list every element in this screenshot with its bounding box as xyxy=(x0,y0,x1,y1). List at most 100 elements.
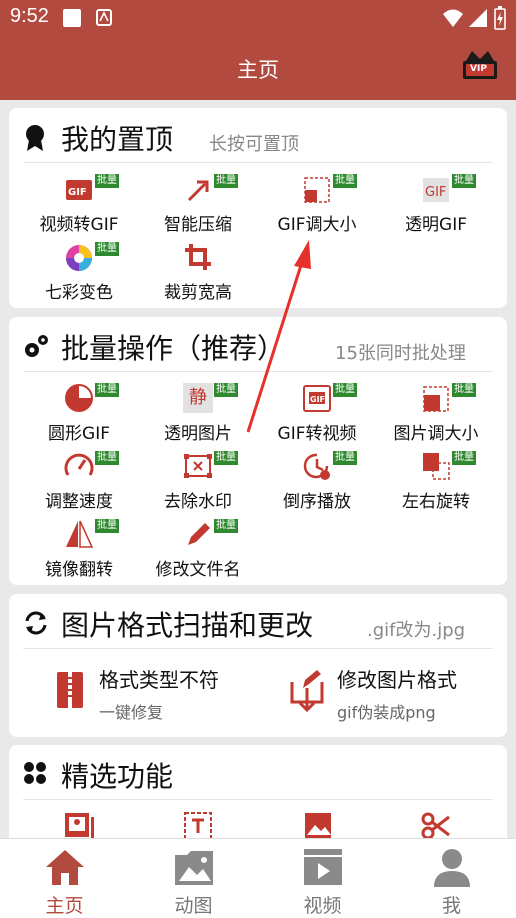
pinned-item-video-to-gif[interactable]: GIF 批量 视频转GIF xyxy=(20,173,138,238)
scissors-icon[interactable] xyxy=(421,811,451,841)
format-card: 图片格式扫描和更改 .gif改为.jpg 格式类型不符 一键修复 修改图片格式 … xyxy=(9,594,507,737)
video-to-gif-icon: GIF xyxy=(66,180,92,200)
batch-badge: 批量 xyxy=(213,382,239,398)
item-label: 修改文件名 xyxy=(155,560,241,580)
tab-profile[interactable]: 我 xyxy=(387,839,516,918)
batch-badge: 批量 xyxy=(451,450,477,466)
signal-icon xyxy=(469,9,487,27)
pinned-item-transparent-gif[interactable]: GIF 批量 透明GIF xyxy=(377,173,495,238)
batch-badge: 批量 xyxy=(94,241,120,257)
bottom-navigation: 主页 动图 视频 我 xyxy=(0,838,516,918)
item-label: 视频转GIF xyxy=(39,215,119,235)
item-label: 倒序播放 xyxy=(283,492,351,512)
pinned-item-resize[interactable]: 批量 GIF调大小 xyxy=(258,173,376,238)
mirror-icon xyxy=(66,520,94,548)
color-wheel-icon xyxy=(66,245,92,271)
tab-label: 动图 xyxy=(174,895,213,917)
svg-text:GIF: GIF xyxy=(310,395,325,404)
batch-item-rotate[interactable]: 批量 左右旋转 xyxy=(377,450,495,515)
item-label: 透明图片 xyxy=(164,424,232,444)
animated-image-icon xyxy=(175,851,213,885)
gallery-icon[interactable] xyxy=(63,811,95,841)
status-time: 9:52 xyxy=(10,5,49,27)
item-label: 左右旋转 xyxy=(402,492,470,512)
item-label: 圆形GIF xyxy=(48,424,110,444)
app-bar: 主页 xyxy=(0,36,516,100)
svg-text:GIF: GIF xyxy=(425,185,446,200)
tab-label: 主页 xyxy=(45,895,84,917)
featured-title: 精选功能 xyxy=(61,760,174,793)
gif-to-video-icon: GIF xyxy=(303,385,331,412)
item-label: 透明GIF xyxy=(405,215,467,235)
wifi-icon xyxy=(443,9,463,27)
item-label: 智能压缩 xyxy=(164,215,232,235)
format-fix-button[interactable]: 格式类型不符 一键修复 xyxy=(53,664,263,724)
svg-text:GIF: GIF xyxy=(68,187,87,198)
app-notification-icon xyxy=(96,9,112,26)
tab-label: 我 xyxy=(441,895,461,917)
change-format-icon xyxy=(290,670,324,712)
image-icon[interactable] xyxy=(303,811,333,841)
format-fix-icon xyxy=(57,672,83,708)
format-fix-title: 格式类型不符 xyxy=(99,668,219,692)
award-icon xyxy=(26,125,44,151)
transparent-image-glyph: 静 xyxy=(189,387,207,408)
batch-card: 批量操作（推荐） 15张同时批处理 批量 圆形GIF 静 批量 透明图片 GIF… xyxy=(9,317,507,585)
transparent-image-icon: 静 xyxy=(183,383,213,413)
circle-gif-icon xyxy=(65,384,93,412)
batch-badge: 批量 xyxy=(94,382,120,398)
change-format-button[interactable]: 修改图片格式 gif伪装成png xyxy=(289,664,499,724)
batch-title: 批量操作（推荐） xyxy=(61,332,286,365)
resize-icon xyxy=(304,177,330,203)
refresh-icon xyxy=(25,611,47,635)
batch-badge: 批量 xyxy=(332,382,358,398)
item-label: 调整速度 xyxy=(45,492,113,512)
batch-subtitle: 15张同时批处理 xyxy=(335,343,466,364)
batch-item-gif-to-video[interactable]: GIF 批量 GIF转视频 xyxy=(258,382,376,447)
video-icon xyxy=(304,849,342,885)
item-label: 去除水印 xyxy=(164,492,232,512)
pinned-item-crop[interactable]: 裁剪宽高 xyxy=(139,242,257,306)
tab-video[interactable]: 视频 xyxy=(258,839,387,918)
change-format-title: 修改图片格式 xyxy=(337,668,457,692)
batch-item-circle-gif[interactable]: 批量 圆形GIF xyxy=(20,382,138,447)
batch-badge: 批量 xyxy=(94,518,120,534)
batch-item-rename[interactable]: 批量 修改文件名 xyxy=(139,518,257,583)
batch-item-speed[interactable]: 批量 调整速度 xyxy=(20,450,138,515)
tab-home[interactable]: 主页 xyxy=(0,839,129,918)
batch-item-reverse-play[interactable]: 批量 倒序播放 xyxy=(258,450,376,515)
divider xyxy=(23,162,493,163)
item-label: 镜像翻转 xyxy=(45,560,113,580)
batch-badge: 批量 xyxy=(332,173,358,189)
divider xyxy=(23,799,493,800)
batch-item-mirror[interactable]: 批量 镜像翻转 xyxy=(20,518,138,583)
batch-item-image-resize[interactable]: 批量 图片调大小 xyxy=(377,382,495,447)
battery-charging-icon xyxy=(494,6,506,30)
status-bar: 9:52 xyxy=(0,0,516,36)
remove-watermark-icon xyxy=(184,454,212,478)
batch-badge: 批量 xyxy=(213,450,239,466)
pinned-card: 我的置顶 长按可置顶 GIF 批量 视频转GIF 批量 智能压缩 批量 GIF调… xyxy=(9,108,507,308)
grid-dots-icon xyxy=(24,762,46,784)
text-icon[interactable] xyxy=(183,811,213,841)
rename-icon xyxy=(188,523,210,545)
gears-icon xyxy=(25,335,48,357)
vip-label: VIP xyxy=(470,64,487,74)
pinned-title: 我的置顶 xyxy=(61,123,174,156)
profile-icon xyxy=(434,849,470,887)
transparent-gif-icon: GIF xyxy=(423,178,449,202)
compress-icon xyxy=(187,180,209,202)
pinned-item-color-change[interactable]: 批量 七彩变色 xyxy=(20,241,138,306)
pinned-subtitle: 长按可置顶 xyxy=(209,134,299,155)
item-label: 图片调大小 xyxy=(393,424,479,444)
batch-item-remove-watermark[interactable]: 批量 去除水印 xyxy=(139,450,257,515)
batch-item-transparent-image[interactable]: 静 批量 透明图片 xyxy=(139,382,257,447)
crop-icon xyxy=(185,244,211,270)
format-title: 图片格式扫描和更改 xyxy=(61,609,314,642)
tab-animated[interactable]: 动图 xyxy=(129,839,258,918)
speed-icon xyxy=(64,453,94,476)
vip-button[interactable]: VIP xyxy=(460,47,500,87)
pinned-item-compress[interactable]: 批量 智能压缩 xyxy=(139,173,257,238)
reverse-play-icon xyxy=(303,453,330,480)
batch-badge: 批量 xyxy=(94,450,120,466)
